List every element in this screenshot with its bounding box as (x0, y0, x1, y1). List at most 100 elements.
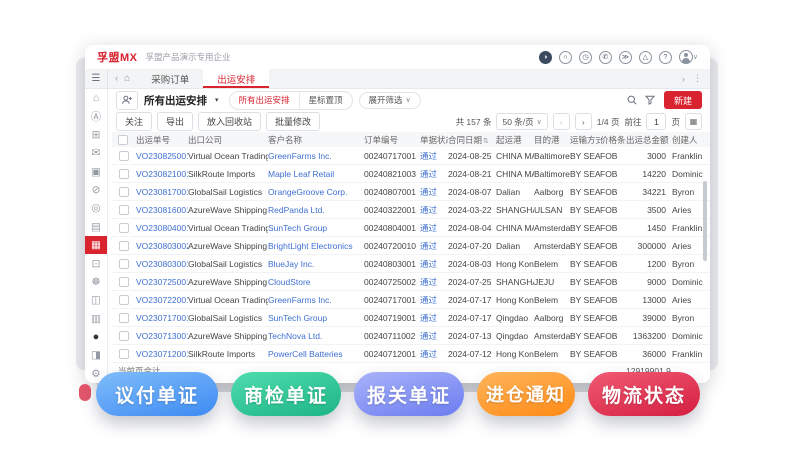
collapse-menu-icon[interactable]: ☰ (85, 69, 108, 88)
mail-icon[interactable]: ✉ (85, 144, 107, 162)
toolbar-button-0[interactable]: 关注 (116, 112, 152, 131)
cell-customer[interactable]: SunTech Group (268, 313, 364, 323)
table-row[interactable]: VO230712001SilkRoute ImportsPowerCell Ba… (112, 345, 710, 363)
row-checkbox[interactable] (112, 241, 136, 251)
avatar[interactable] (679, 50, 693, 64)
quick-pill-4[interactable]: 物流状态 (588, 372, 700, 416)
cell-customer[interactable]: BlueJay Inc. (268, 259, 364, 269)
expand-filter-button[interactable]: 展开筛选 ∨ (359, 92, 421, 109)
headset-icon[interactable]: ∩ (559, 51, 572, 64)
quick-pill-2[interactable]: 报关单证 (354, 372, 464, 416)
segment-1[interactable]: 星标置顶 (299, 92, 352, 109)
cell-status[interactable]: 通过 (420, 240, 448, 252)
toolbar-button-2[interactable]: 放入回收站 (198, 112, 261, 131)
table-row[interactable]: VO230804001Virtual Ocean TradingSunTech … (112, 219, 710, 237)
home-tab-icon[interactable]: ⌂ (124, 73, 130, 84)
chat-icon[interactable]: ✆ (599, 51, 612, 64)
target-icon[interactable]: ◎ (85, 199, 107, 217)
compass-icon[interactable]: ⊘ (85, 181, 107, 199)
cell-status[interactable]: 通过 (420, 330, 448, 342)
cell-no[interactable]: VO230717001 (136, 313, 188, 323)
cell-customer[interactable]: BrightLight Electronics (268, 241, 364, 251)
table-row[interactable]: VO230825001Virtual Ocean TradingGreenFar… (112, 147, 710, 165)
cell-status[interactable]: 通过 (420, 222, 448, 234)
column-settings-icon[interactable]: ▦ (685, 113, 702, 130)
chart-icon[interactable]: ▥ (85, 310, 107, 328)
next-page-button[interactable]: › (575, 113, 592, 130)
vertical-scrollbar[interactable] (703, 181, 707, 261)
cell-status[interactable]: 通过 (420, 348, 448, 360)
avatar-caret-icon[interactable]: ∨ (693, 53, 698, 61)
quick-pill-3[interactable]: 进仓通知 (477, 372, 575, 416)
cell-status[interactable]: 通过 (420, 312, 448, 324)
chevron-right-icon[interactable]: › (682, 74, 685, 84)
briefcase-icon[interactable]: ▤ (85, 218, 107, 236)
view-title[interactable]: 所有出运安排 (144, 93, 207, 108)
row-checkbox[interactable] (112, 295, 136, 305)
table-row[interactable]: VO230725001AzureWave ShippingCloudStore0… (112, 273, 710, 291)
cell-customer[interactable]: TechNova Ltd. (268, 331, 364, 341)
cell-no[interactable]: VO230712001 (136, 349, 188, 359)
assign-user-button[interactable] (116, 91, 138, 110)
cell-customer[interactable]: GreenFarms Inc. (268, 151, 364, 161)
cell-status[interactable]: 通过 (420, 294, 448, 306)
goto-page-input[interactable] (646, 113, 666, 130)
cell-no[interactable]: VO230804001 (136, 223, 188, 233)
segment-0[interactable]: 所有出运安排 (230, 92, 299, 109)
cell-customer[interactable]: CloudStore (268, 277, 364, 287)
cell-customer[interactable]: GreenFarms Inc. (268, 295, 364, 305)
cell-customer[interactable]: PowerCell Batteries (268, 349, 364, 359)
cell-status[interactable]: 通过 (420, 186, 448, 198)
org-icon[interactable]: ⊞ (85, 126, 107, 144)
tab-1[interactable]: 出运安排 (203, 69, 269, 88)
cell-status[interactable]: 通过 (420, 168, 448, 180)
cell-status[interactable]: 通过 (420, 276, 448, 288)
cell-no[interactable]: VO230817001 (136, 187, 188, 197)
cell-status[interactable]: 通过 (420, 204, 448, 216)
cell-no[interactable]: VO230825001 (136, 151, 188, 161)
card-icon[interactable]: ◨ (85, 346, 107, 364)
quick-pill-1[interactable]: 商检单证 (231, 372, 341, 416)
row-checkbox[interactable] (112, 223, 136, 233)
cell-no[interactable]: VO230821001 (136, 169, 188, 179)
new-button[interactable]: 新建 (664, 91, 702, 109)
row-checkbox[interactable] (112, 205, 136, 215)
cell-no[interactable]: VO230803001 (136, 259, 188, 269)
row-checkbox[interactable] (112, 313, 136, 323)
table-row[interactable]: VO230803001GlobalSail LogisticsBlueJay I… (112, 255, 710, 273)
header-checkbox[interactable] (112, 135, 136, 145)
cell-no[interactable]: VO230725001 (136, 277, 188, 287)
cell-no[interactable]: VO230722001 (136, 295, 188, 305)
row-checkbox[interactable] (112, 331, 136, 341)
chat-bubbles-icon[interactable]: ⊡ (85, 254, 107, 272)
toolbar-button-1[interactable]: 导出 (157, 112, 193, 131)
bell-icon[interactable]: △ (639, 51, 652, 64)
helm-icon[interactable]: ☸ (85, 273, 107, 291)
row-checkbox[interactable] (112, 349, 136, 359)
package-icon[interactable]: ▣ (85, 163, 107, 181)
shipping-docs-icon[interactable]: ▦ (85, 236, 107, 254)
table-row[interactable]: VO230713001AzureWave ShippingTechNova Lt… (112, 327, 710, 345)
profile-icon[interactable]: Ⓐ (85, 107, 107, 125)
cell-customer[interactable]: OrangeGroove Corp. (268, 187, 364, 197)
theme-icon[interactable]: ◑ (539, 51, 552, 64)
sort-icon[interactable]: ⇅ (483, 138, 489, 145)
page-size-select[interactable]: 50 条/页 ∨ (496, 113, 547, 130)
table-row[interactable]: VO230816001AzureWave ShippingRedPanda Lt… (112, 201, 710, 219)
filter-funnel-icon[interactable] (644, 94, 656, 106)
search-icon[interactable] (626, 94, 638, 106)
quick-pill-0[interactable]: 议付单证 (96, 372, 218, 416)
cell-status[interactable]: 通过 (420, 150, 448, 162)
toolbar-button-3[interactable]: 批量修改 (266, 112, 320, 131)
clock-icon[interactable]: ◷ (579, 51, 592, 64)
table-row[interactable]: VO230803002AzureWave ShippingBrightLight… (112, 237, 710, 255)
prev-page-button[interactable]: ‹ (553, 113, 570, 130)
table-row[interactable]: VO230817001GlobalSail LogisticsOrangeGro… (112, 183, 710, 201)
megaphone-icon[interactable]: ≫ (619, 51, 632, 64)
cell-status[interactable]: 通过 (420, 258, 448, 270)
cell-no[interactable]: VO230816001 (136, 205, 188, 215)
book-icon[interactable]: ◫ (85, 291, 107, 309)
chevron-left-icon[interactable]: ‹ (115, 73, 118, 84)
cell-no[interactable]: VO230713001 (136, 331, 188, 341)
home-icon[interactable]: ⌂ (85, 89, 107, 107)
